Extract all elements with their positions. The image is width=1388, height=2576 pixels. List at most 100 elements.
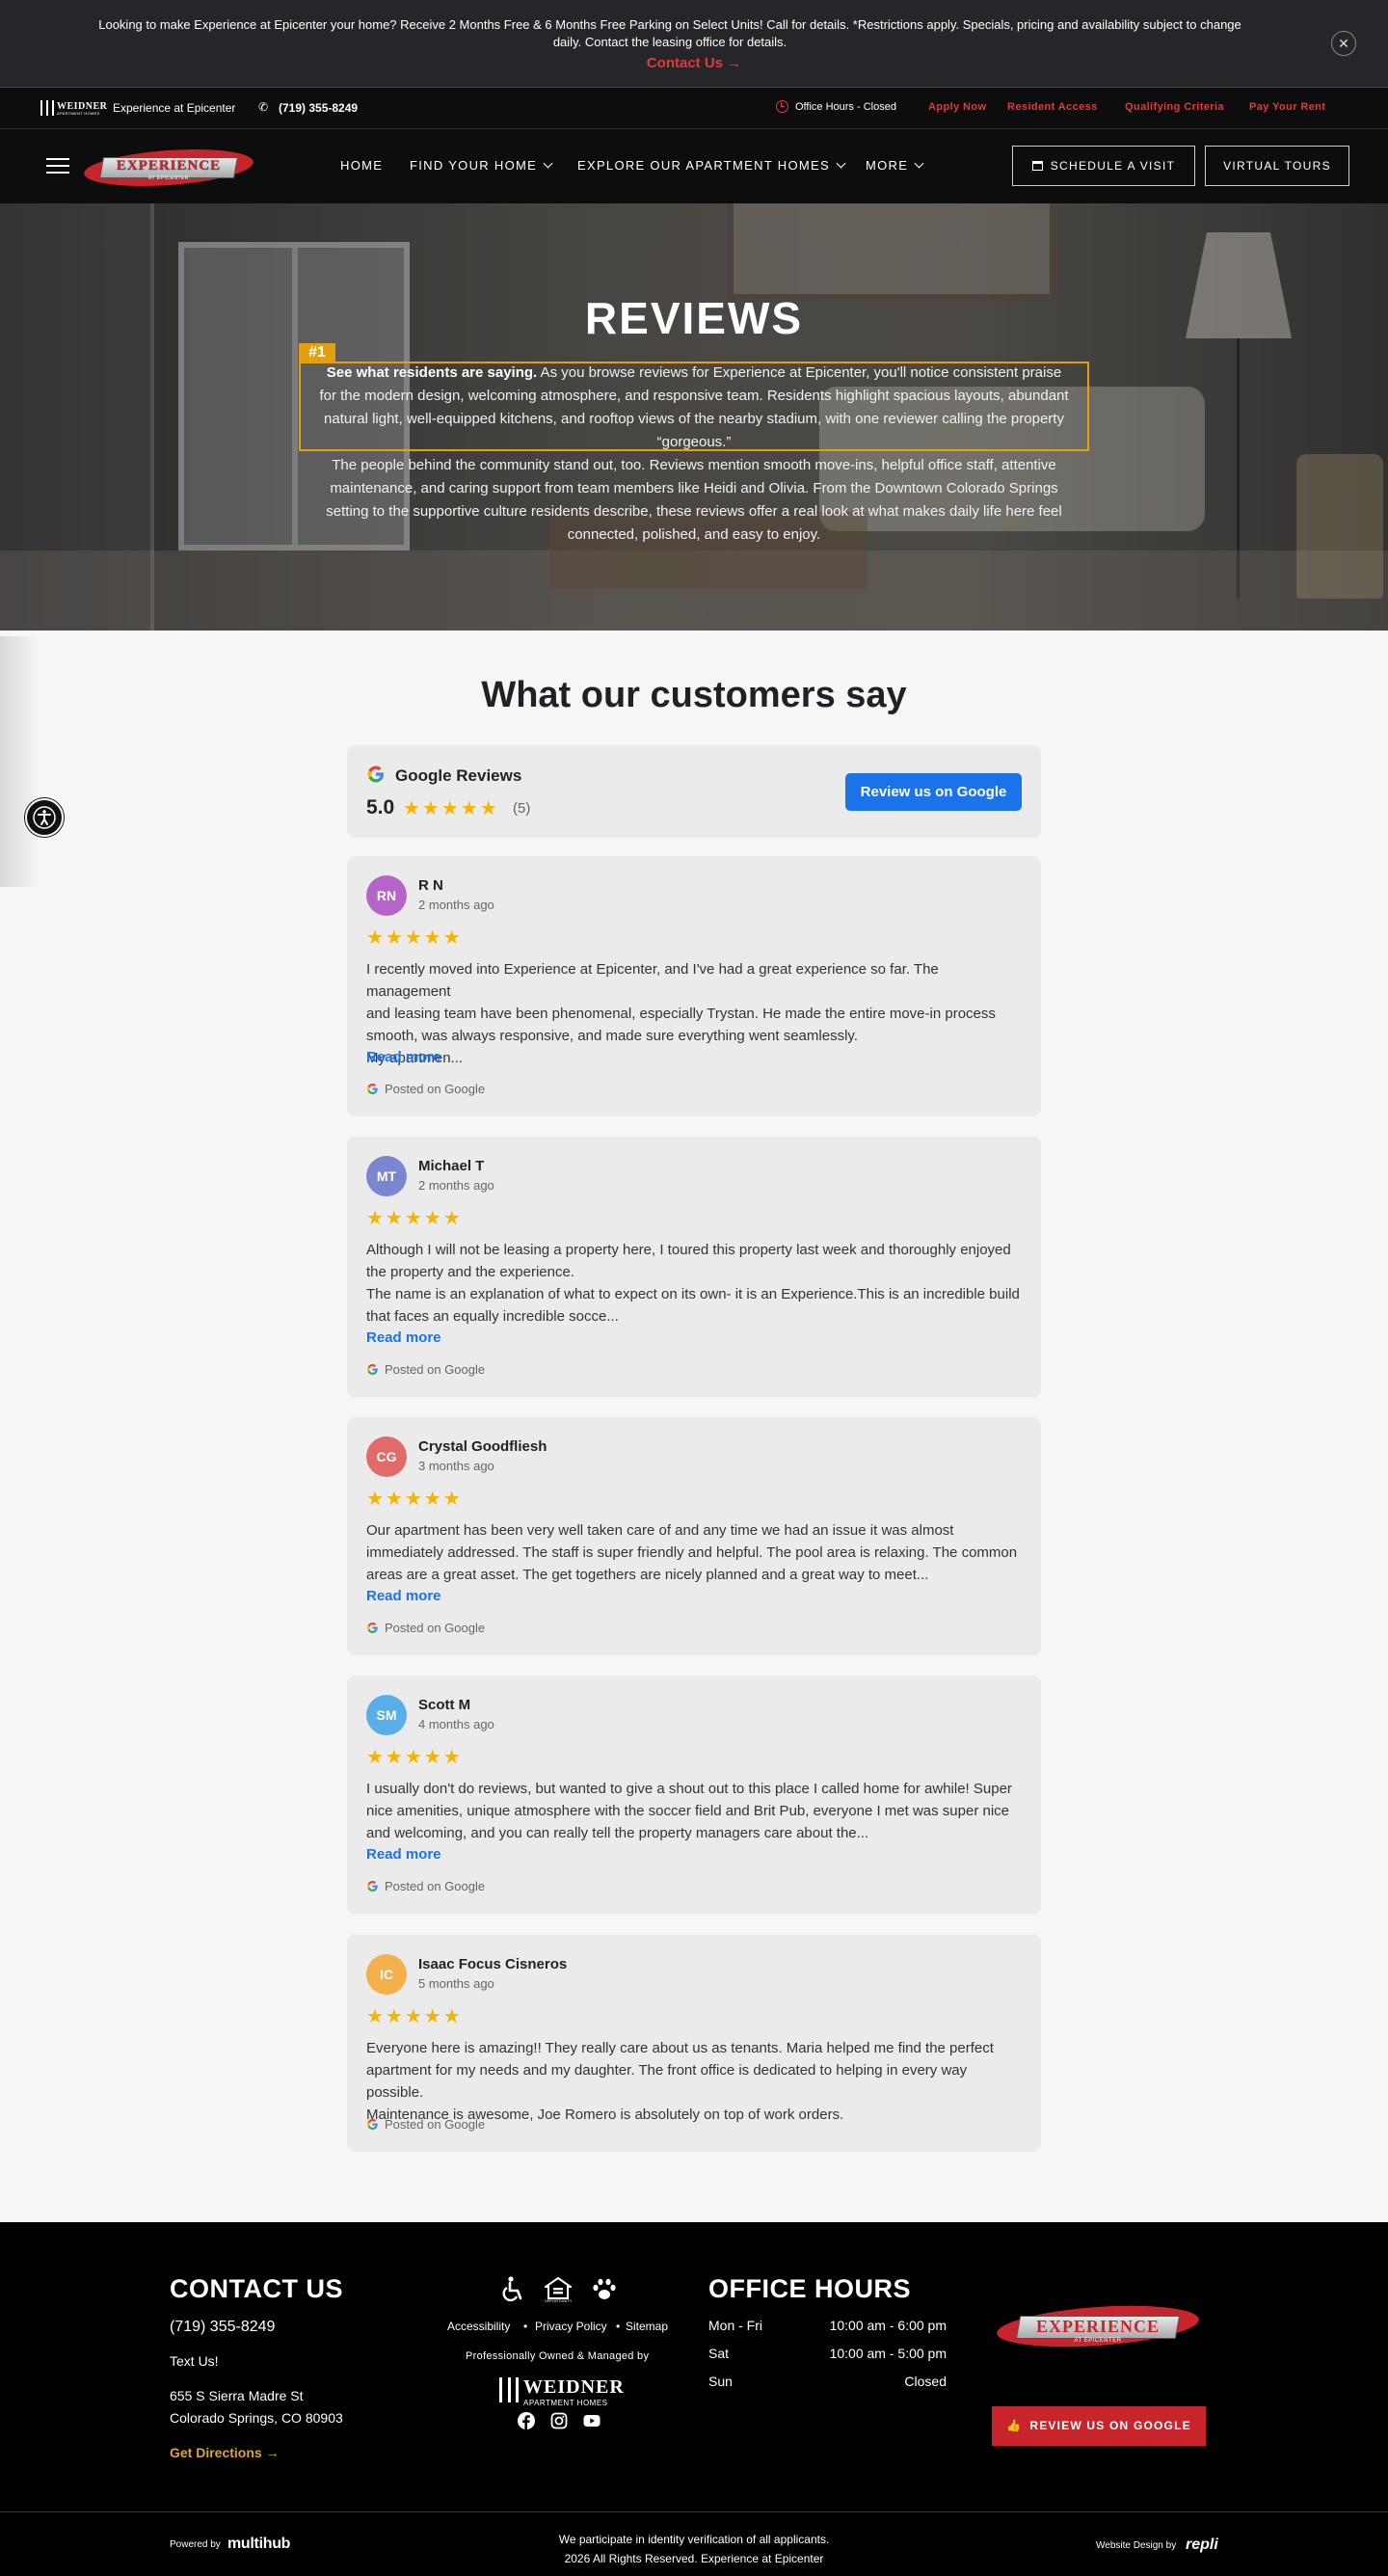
star-icon: ★★★★★ [366, 1747, 463, 1768]
avatar: MT [366, 1156, 407, 1196]
phone-icon: ✆ [258, 100, 269, 114]
side-panel-shadow [0, 636, 39, 887]
review-text-line: Our apartment has been very well taken c… [366, 1522, 954, 1539]
google-icon [366, 1622, 378, 1634]
footer-logo[interactable]: EXPERIENCE AT EPICENTER [995, 2299, 1201, 2353]
posted-on-google: Posted on Google [366, 1879, 485, 1893]
facebook-icon[interactable] [518, 2412, 535, 2429]
hamburger-icon[interactable] [46, 156, 69, 175]
thumbs-up-icon: 👍 [1006, 2419, 1023, 2432]
property-name[interactable]: Experience at Epicenter [113, 101, 235, 115]
schedule-visit-button[interactable]: Schedule A Visit [1012, 146, 1195, 186]
hero-line: The people behind the community stand ou… [332, 457, 1056, 473]
resident-access-link[interactable]: Resident Access [1007, 101, 1098, 113]
weidner-logo[interactable]: WEIDNER APARTMENT HOMES [40, 100, 107, 116]
promo-text: Looking to make Experience at Epicenter … [98, 17, 1241, 49]
apply-now-link[interactable]: Apply Now [928, 101, 986, 113]
promo-banner: Looking to make Experience at Epicenter … [0, 0, 1388, 88]
address-line-1: 655 S Sierra Madre St [170, 2388, 304, 2403]
hero-line: connected, polished, and easy to enjoy. [567, 526, 821, 543]
review-us-on-google-button[interactable]: Review us on Google [845, 773, 1022, 811]
review-card: SM Scott M 4 months ago ★★★★★ I usually don'… [347, 1676, 1041, 1914]
main-nav: EXPERIENCE AT EPICENTER Home Find Your H… [0, 129, 1388, 203]
compliance-icons: OPPORTUNITY [498, 2275, 620, 2304]
read-more-link[interactable]: Read more [366, 1846, 441, 1863]
nav-home-label: Home [340, 158, 384, 173]
get-directions-link[interactable]: Get Directions → [170, 2445, 280, 2460]
phone-link[interactable]: (719) 355-8249 [279, 101, 358, 115]
qualifying-criteria-link[interactable]: Qualifying Criteria [1125, 101, 1224, 113]
hero-lead: See what residents are saying. [326, 364, 538, 381]
hero-para-1: See what residents are saying. As you br… [299, 362, 1089, 547]
posted-on-label: Posted on Google [385, 1082, 486, 1096]
nav-explore-label: Explore Our Apartment Homes [577, 158, 830, 173]
nav-more[interactable]: More [866, 158, 924, 173]
svg-text:OPPORTUNITY: OPPORTUNITY [545, 2298, 572, 2302]
virtual-tours-button[interactable]: Virtual Tours [1205, 146, 1349, 186]
chevron-down-icon [914, 158, 924, 169]
google-icon [366, 2118, 378, 2131]
footer-review-google-button[interactable]: 👍 REVIEW US ON GOOGLE [992, 2406, 1206, 2446]
site-logo[interactable]: EXPERIENCE AT EPICENTER [82, 144, 255, 192]
review-text: I usually don't do reviews, but wanted t… [366, 1778, 1022, 1844]
review-card: IC Isaac Focus Cisneros 5 months ago ★★★★★ E… [347, 1935, 1041, 2152]
avatar: RN [366, 875, 407, 916]
sitemap-link[interactable]: Sitemap [626, 2320, 668, 2333]
review-text-line: the property and the experience. [366, 1264, 574, 1280]
chevron-down-icon [543, 158, 553, 169]
footer-phone-link[interactable]: (719) 355-8249 [170, 2319, 275, 2336]
hours-day: Sat [708, 2346, 730, 2361]
review-count: (5) [513, 800, 531, 817]
hours-time: 10:00 am - 6:00 pm [829, 2318, 947, 2333]
review-date: 5 months ago [418, 1976, 494, 1991]
read-more-link[interactable]: Read more [366, 1329, 441, 1346]
nav-home[interactable]: Home [340, 158, 383, 173]
star-icon: ★★★★★ [403, 798, 499, 819]
pay-rent-link[interactable]: Pay Your Rent [1249, 101, 1325, 113]
hero-line-rest: As you browse reviews for Experience at … [537, 364, 1062, 381]
paw-icon [593, 2278, 616, 2299]
google-reviews-title: Google Reviews [395, 766, 522, 785]
weidner-footer-logo[interactable]: WEIDNER APARTMENT HOMES [497, 2373, 624, 2407]
privacy-policy-link[interactable]: Privacy Policy [535, 2320, 607, 2333]
close-icon[interactable]: ✕ [1331, 31, 1356, 56]
review-card: MT Michael T 2 months ago ★★★★★ Although I w… [347, 1137, 1041, 1397]
hours-time: Closed [904, 2374, 947, 2389]
hero-line: maintenance, and caring support from tea… [330, 480, 1058, 496]
chevron-down-icon [836, 158, 846, 169]
accessibility-link[interactable]: Accessibility [447, 2320, 510, 2333]
page-title: REVIEWS [584, 293, 804, 343]
rank-badge: #1 [299, 343, 335, 362]
review-text: Our apartment has been very well taken c… [366, 1519, 1022, 1586]
reviewer-name: Michael T [418, 1158, 485, 1174]
repli-logo[interactable]: repli [1186, 2536, 1218, 2554]
nav-explore-apartments[interactable]: Explore Our Apartment Homes [577, 158, 846, 173]
hours-day: Mon - Fri [708, 2318, 762, 2333]
accessibility-icon[interactable] [25, 798, 64, 837]
google-icon [367, 765, 384, 783]
review-date: 4 months ago [418, 1717, 494, 1731]
reviewer-name: Scott M [418, 1697, 471, 1713]
average-rating: 5.0 [366, 796, 395, 818]
review-text: Although I will not be leasing a propert… [366, 1239, 1022, 1328]
posted-on-google: Posted on Google [366, 1621, 485, 1635]
star-icon: ★★★★★ [366, 927, 463, 949]
weidner-logo-mark [40, 100, 54, 116]
read-more-link[interactable]: Read more [366, 1049, 441, 1065]
hero-line: for the modern design, welcoming atmosph… [319, 388, 1069, 404]
footer-logo-text: EXPERIENCE [1035, 2317, 1161, 2336]
posted-on-google: Posted on Google [366, 2117, 485, 2132]
promo-contact-link[interactable]: Contact Us → [0, 55, 1388, 71]
youtube-icon[interactable] [583, 2412, 601, 2429]
link-separator: • [616, 2320, 621, 2333]
nav-find-your-home[interactable]: Find Your Home [410, 158, 553, 173]
review-card: CG Crystal Goodfliesh 3 months ago ★★★★★ Our… [347, 1417, 1041, 1655]
utility-bar: WEIDNER APARTMENT HOMES Experience at Ep… [0, 88, 1388, 129]
review-text-line: and welcoming, and you can really tell t… [366, 1825, 869, 1841]
posted-on-google: Posted on Google [366, 1082, 485, 1096]
read-more-link[interactable]: Read more [366, 1588, 441, 1604]
contact-title: CONTACT US [170, 2274, 343, 2303]
office-status[interactable]: Office Hours - Closed [795, 101, 896, 113]
instagram-icon[interactable] [550, 2412, 568, 2429]
text-us-link[interactable]: Text Us! [170, 2353, 219, 2369]
